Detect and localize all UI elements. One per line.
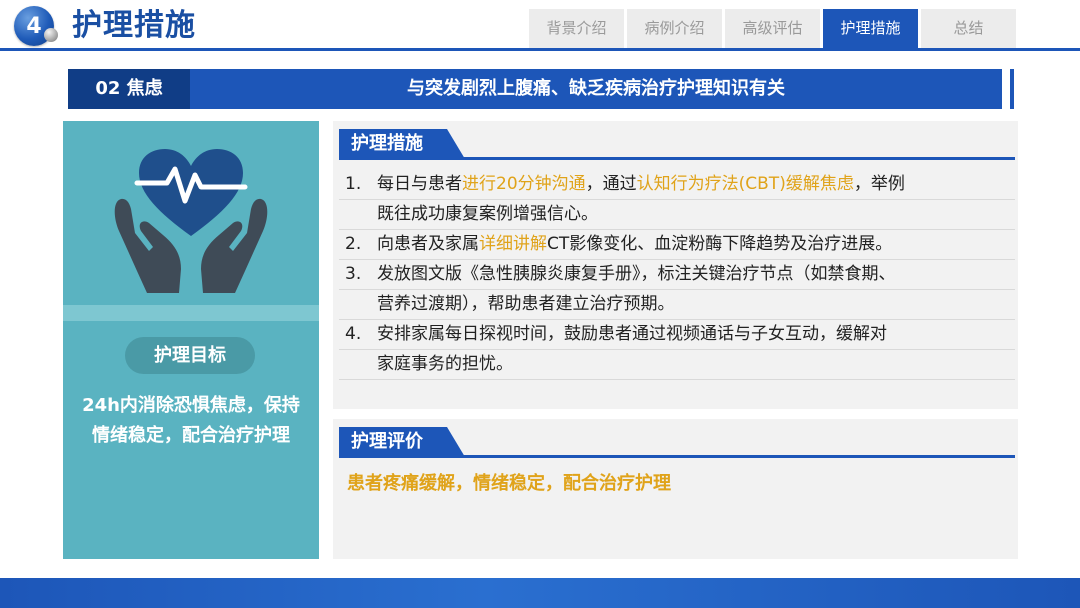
- text-segment: ，通过: [585, 174, 637, 194]
- item-number: 1.: [345, 174, 362, 194]
- highlight-text: 认知行为疗法(CBT)缓解焦虑: [636, 174, 854, 194]
- tab-assessment[interactable]: 高级评估: [725, 9, 820, 48]
- goal-panel: 护理目标 24h内消除恐惧焦虑，保持情绪稳定，配合治疗护理: [63, 121, 319, 559]
- evaluation-panel: 护理评价 患者疼痛缓解，情绪稳定，配合治疗护理: [333, 419, 1018, 559]
- item-text: 发放图文版《急性胰腺炎康复手册》，标注关键治疗节点（如禁食期、: [377, 264, 896, 284]
- item-text: 每日与患者进行20分钟沟通，通过认知行为疗法(CBT)缓解焦虑，举例: [377, 170, 905, 199]
- page-title: 护理措施: [72, 8, 196, 43]
- topic-bar: 02 焦虑 与突发剧烈上腹痛、缺乏疾病治疗护理知识有关: [68, 69, 1002, 109]
- tab-nursing-measures[interactable]: 护理措施: [823, 9, 918, 48]
- measures-heading: 护理措施: [351, 133, 423, 154]
- list-item-continuation: 营养过渡期），帮助患者建立治疗预期。: [339, 290, 1015, 320]
- footer-bar: [0, 578, 1080, 608]
- icon-area: [63, 121, 319, 305]
- goal-text: 24h内消除恐惧焦虑，保持情绪稳定，配合治疗护理: [82, 395, 300, 446]
- item-text: 安排家属每日探视时间，鼓励患者通过视频通话与子女互动，缓解对: [377, 324, 887, 344]
- highlight-text: 详细讲解: [479, 234, 547, 254]
- evaluation-heading: 护理评价: [351, 431, 423, 452]
- section-number: 4: [26, 13, 42, 39]
- list-item-continuation: 既往成功康复案例增强信心。: [339, 200, 1015, 230]
- topic-label: 02 焦虑: [68, 69, 190, 109]
- text-segment: 向患者及家属: [377, 234, 479, 254]
- evaluation-heading-underline: [339, 455, 1015, 458]
- item-number: 4.: [345, 324, 362, 344]
- list-item-continuation: 家庭事务的担忧。: [339, 350, 1015, 380]
- item-text: 向患者及家属详细讲解CT影像变化、血淀粉酶下降趋势及治疗进展。: [377, 230, 892, 259]
- text-segment: CT影像变化、血淀粉酶下降趋势及治疗进展。: [547, 234, 893, 254]
- header-divider: [0, 48, 1080, 51]
- text-segment: 每日与患者: [377, 174, 462, 194]
- measures-heading-underline: [339, 157, 1015, 160]
- item-text: 营养过渡期），帮助患者建立治疗预期。: [377, 294, 675, 314]
- tab-summary[interactable]: 总结: [921, 9, 1016, 48]
- list-item: 1. 每日与患者进行20分钟沟通，通过认知行为疗法(CBT)缓解焦虑，举例: [339, 170, 1015, 200]
- item-text: 家庭事务的担忧。: [377, 354, 513, 374]
- topic-text: 与突发剧烈上腹痛、缺乏疾病治疗护理知识有关: [407, 78, 785, 99]
- list-item: 3. 发放图文版《急性胰腺炎康复手册》，标注关键治疗节点（如禁食期、: [339, 260, 1015, 290]
- measures-panel: 护理措施 1. 每日与患者进行20分钟沟通，通过认知行为疗法(CBT)缓解焦虑，…: [333, 121, 1018, 409]
- nav-tabs: 背景介绍 病例介绍 高级评估 护理措施 总结: [529, 9, 1016, 48]
- goal-label: 护理目标: [125, 337, 255, 374]
- item-text: 既往成功康复案例增强信心。: [377, 204, 598, 224]
- list-item: 2. 向患者及家属详细讲解CT影像变化、血淀粉酶下降趋势及治疗进展。: [339, 230, 1015, 260]
- item-number: 3.: [345, 264, 362, 284]
- text-segment: ，举例: [853, 174, 905, 194]
- highlight-text: 进行20分钟沟通: [462, 174, 586, 194]
- heart-in-hands-icon: [114, 149, 268, 293]
- evaluation-text: 患者疼痛缓解，情绪稳定，配合治疗护理: [347, 473, 671, 494]
- measures-list: 1. 每日与患者进行20分钟沟通，通过认知行为疗法(CBT)缓解焦虑，举例 既往…: [339, 170, 1015, 380]
- tab-background[interactable]: 背景介绍: [529, 9, 624, 48]
- section-dot-icon: [44, 28, 58, 42]
- panel-divider: [63, 305, 319, 321]
- list-item: 4. 安排家属每日探视时间，鼓励患者通过视频通话与子女互动，缓解对: [339, 320, 1015, 350]
- tab-case[interactable]: 病例介绍: [627, 9, 722, 48]
- topic-end-mark: [1010, 69, 1014, 109]
- item-number: 2.: [345, 234, 362, 254]
